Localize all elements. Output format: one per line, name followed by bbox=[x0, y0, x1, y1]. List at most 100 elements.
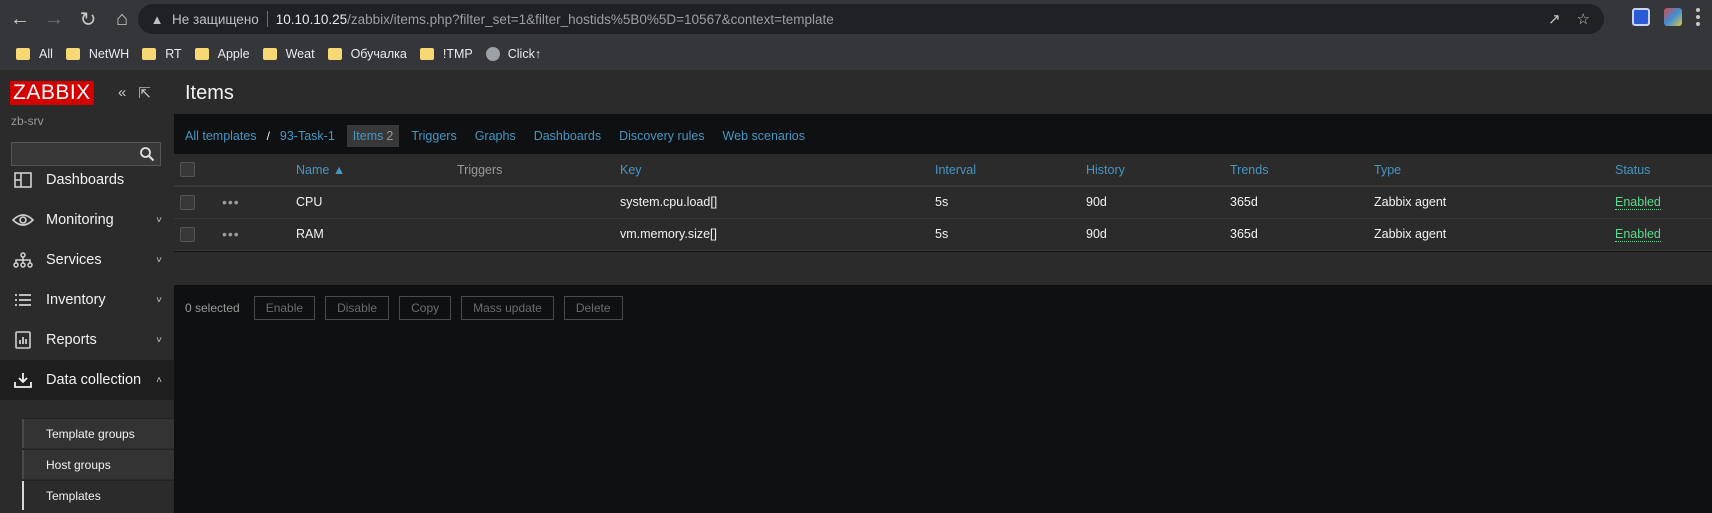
tab-items[interactable]: Items 2 bbox=[346, 125, 400, 147]
select-all-checkbox[interactable] bbox=[180, 162, 195, 178]
col-interval[interactable]: Interval bbox=[935, 154, 1086, 187]
row-actions-cell: ••• bbox=[204, 218, 296, 250]
bookmark-item[interactable]: All bbox=[12, 41, 62, 67]
extension-puzzle-icon[interactable] bbox=[1664, 8, 1682, 26]
enable-button[interactable]: Enable bbox=[253, 296, 316, 320]
bookmark-label: RT bbox=[165, 47, 182, 61]
menu-col-header bbox=[204, 154, 296, 187]
divider bbox=[266, 11, 268, 27]
tab-triggers[interactable]: Triggers bbox=[411, 129, 456, 143]
bookmark-label: !TMP bbox=[442, 47, 473, 61]
table-header-row: Name ▲ Triggers Key Interval History Tre… bbox=[174, 154, 1712, 187]
delete-button[interactable]: Delete bbox=[563, 296, 623, 320]
url-host: 10.10.10.25 bbox=[275, 11, 348, 27]
sidebar-item-dashboards[interactable]: Dashboards bbox=[0, 160, 174, 200]
row-actions-cell: ••• bbox=[204, 186, 296, 218]
copy-button[interactable]: Copy bbox=[399, 296, 452, 320]
breadcrumb-all-templates[interactable]: All templates bbox=[185, 129, 257, 143]
col-status[interactable]: Status bbox=[1615, 154, 1712, 187]
status-toggle[interactable]: Enabled bbox=[1615, 227, 1661, 242]
zabbix-logo[interactable]: ZABBIX bbox=[10, 81, 94, 105]
sidebar-item-label: Data collection bbox=[46, 372, 142, 388]
folder-icon bbox=[419, 48, 434, 60]
sidebar: ZABBIX « ⇱ zb-srv Dashboards Monitoring ˅ S… bbox=[0, 70, 174, 513]
tab-graphs[interactable]: Graphs bbox=[475, 129, 516, 143]
col-key[interactable]: Key bbox=[620, 154, 935, 187]
mass-action-bar: 0 selected Enable Disable Copy Mass upda… bbox=[185, 296, 623, 320]
col-history[interactable]: History bbox=[1086, 154, 1230, 187]
sidebar-controls: « ⇱ bbox=[118, 84, 151, 102]
address-bar-row: ← → ↻ ⌂ ▲ Не защищено 10.10.10.25 /zabbi… bbox=[0, 0, 1712, 38]
services-icon bbox=[12, 251, 34, 269]
home-icon[interactable]: ⌂ bbox=[108, 5, 136, 33]
collapse-sidebar-icon[interactable]: « bbox=[118, 84, 126, 102]
extension-shield-icon[interactable] bbox=[1632, 8, 1650, 26]
item-key: vm.memory.size[] bbox=[620, 227, 717, 241]
mass-update-button[interactable]: Mass update bbox=[461, 296, 554, 320]
tab-web-scenarios[interactable]: Web scenarios bbox=[723, 129, 805, 143]
bookmarks-bar: All NetWH RT Apple Weat Обучалка !TMP Click↑ bbox=[0, 38, 1712, 70]
kiosk-mode-icon[interactable]: ⇱ bbox=[138, 84, 151, 102]
submenu-item-templates[interactable]: Templates bbox=[22, 480, 174, 510]
disable-button[interactable]: Disable bbox=[325, 296, 390, 320]
more-icon[interactable]: ••• bbox=[222, 226, 240, 242]
list-icon bbox=[12, 291, 34, 309]
submenu-item-host-groups[interactable]: Host groups bbox=[22, 449, 174, 479]
submenu-item-template-groups[interactable]: Template groups bbox=[22, 418, 174, 448]
table-row: ••• RAM vm.memory.size[] 5s 90d 365d Zab… bbox=[174, 218, 1712, 250]
dashboard-icon bbox=[12, 171, 34, 189]
bookmark-label: Click↑ bbox=[507, 47, 542, 61]
item-trends: 365d bbox=[1230, 195, 1258, 210]
share-icon[interactable]: ↗ bbox=[1548, 10, 1561, 28]
tab-items-label: Items bbox=[352, 129, 384, 143]
col-trends[interactable]: Trends bbox=[1230, 154, 1374, 187]
tab-dashboards[interactable]: Dashboards bbox=[534, 129, 601, 143]
tab-discovery-rules[interactable]: Discovery rules bbox=[619, 129, 704, 143]
sidebar-item-reports[interactable]: Reports ˅ bbox=[0, 320, 174, 360]
sidebar-item-data-collection[interactable]: Data collection ˄ bbox=[0, 360, 174, 400]
item-name-link[interactable]: RAM bbox=[296, 218, 457, 250]
chevron-down-icon: ˅ bbox=[156, 254, 162, 266]
col-type[interactable]: Type bbox=[1374, 154, 1615, 187]
bookmark-item[interactable]: NetWH bbox=[62, 41, 138, 67]
item-type: Zabbix agent bbox=[1374, 195, 1447, 210]
col-name[interactable]: Name ▲ bbox=[296, 154, 457, 187]
row-checkbox[interactable] bbox=[180, 194, 195, 210]
sidebar-item-inventory[interactable]: Inventory ˅ bbox=[0, 280, 174, 320]
browser-chrome: ← → ↻ ⌂ ▲ Не защищено 10.10.10.25 /zabbi… bbox=[0, 0, 1712, 70]
bookmark-label: Weat bbox=[285, 47, 315, 61]
sidebar-item-label: Services bbox=[46, 252, 102, 268]
warning-icon: ▲ bbox=[150, 11, 164, 27]
bookmark-item[interactable]: Click↑ bbox=[482, 41, 550, 67]
bookmark-item[interactable]: !TMP bbox=[416, 41, 482, 67]
template-nav-tabs: All templates / 93-Task-1 Items 2 Trigger… bbox=[174, 114, 1712, 158]
status-toggle[interactable]: Enabled bbox=[1615, 195, 1661, 211]
item-history: 90d bbox=[1086, 195, 1107, 210]
row-select-cell bbox=[174, 218, 204, 250]
sidebar-item-monitoring[interactable]: Monitoring ˅ bbox=[0, 200, 174, 240]
url-bar[interactable]: ▲ Не защищено 10.10.10.25 /zabbix/items.… bbox=[138, 4, 1604, 34]
forward-icon[interactable]: → bbox=[40, 5, 68, 33]
item-triggers bbox=[457, 218, 620, 250]
back-icon[interactable]: ← bbox=[6, 5, 34, 33]
star-icon[interactable]: ☆ bbox=[1577, 10, 1590, 28]
not-secure-label: Не защищено bbox=[172, 11, 259, 27]
item-interval: 5s bbox=[935, 227, 949, 241]
bookmark-item[interactable]: Обучалка bbox=[324, 41, 416, 67]
globe-icon bbox=[485, 47, 500, 61]
item-name-link[interactable]: CPU bbox=[296, 186, 457, 218]
bookmark-item[interactable]: Apple bbox=[191, 41, 259, 67]
col-triggers: Triggers bbox=[457, 154, 620, 187]
item-trends: 365d bbox=[1230, 227, 1258, 241]
main-content: Items All templates / 93-Task-1 Items 2 T… bbox=[174, 70, 1712, 513]
reload-icon[interactable]: ↻ bbox=[74, 5, 102, 33]
menu-dots-icon[interactable] bbox=[1696, 8, 1700, 26]
more-icon[interactable]: ••• bbox=[222, 194, 240, 210]
sidebar-item-label: Reports bbox=[46, 332, 97, 348]
sidebar-item-services[interactable]: Services ˅ bbox=[0, 240, 174, 280]
breadcrumb-template[interactable]: 93-Task-1 bbox=[280, 129, 335, 143]
bookmark-item[interactable]: RT bbox=[138, 41, 190, 67]
tab-items-count: 2 bbox=[386, 129, 394, 143]
bookmark-item[interactable]: Weat bbox=[259, 41, 324, 67]
row-checkbox[interactable] bbox=[180, 226, 195, 242]
